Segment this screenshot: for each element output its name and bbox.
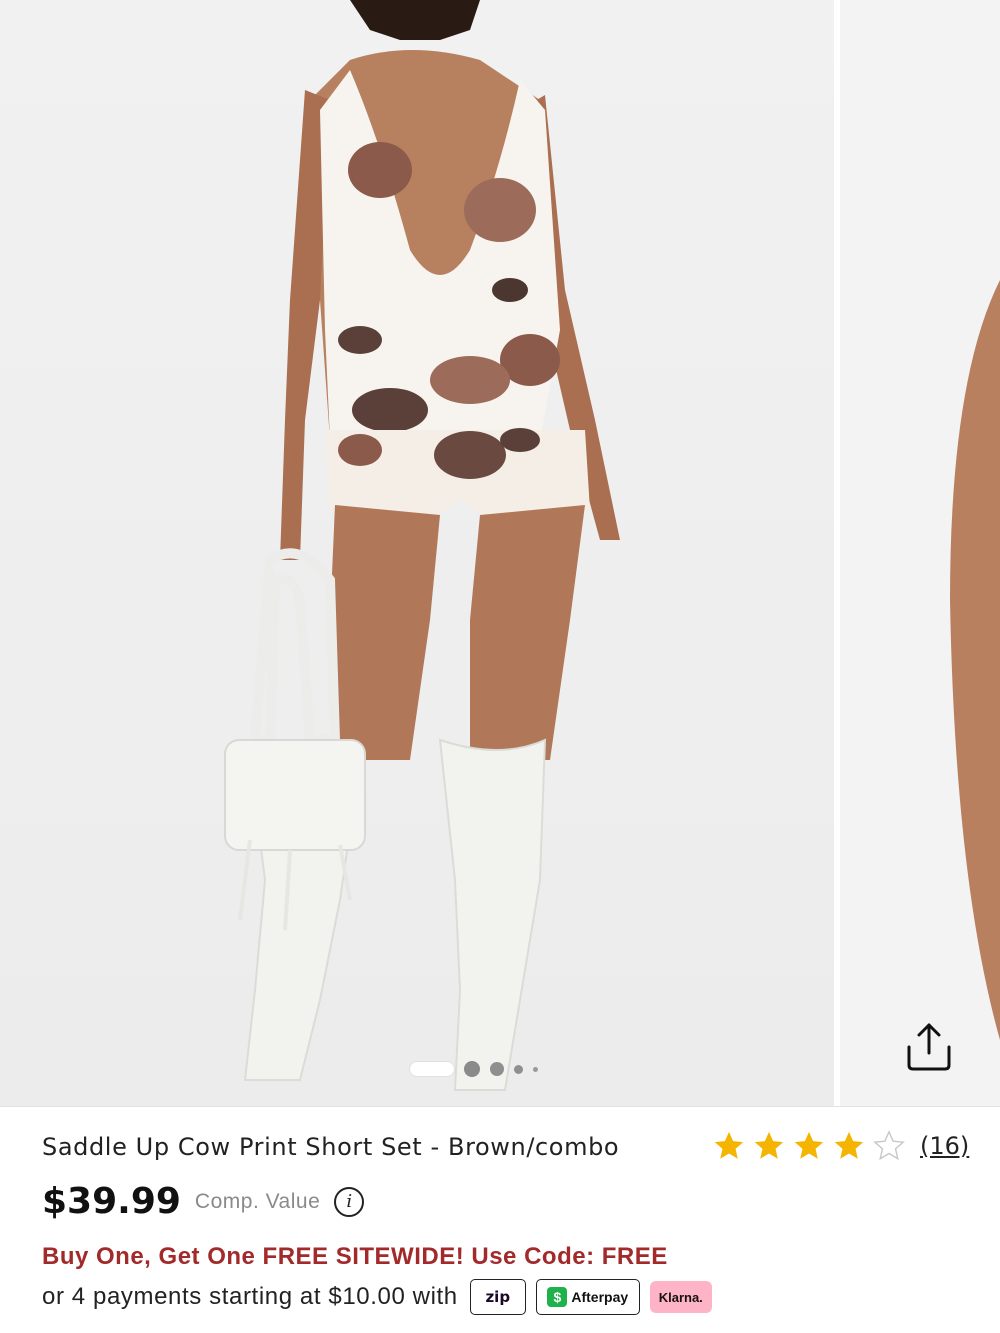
- product-image-main[interactable]: [0, 0, 834, 1106]
- product-info-panel: Saddle Up Cow Print Short Set - Brown/co…: [0, 1106, 1000, 1333]
- promo-banner: Buy One, Get One FREE SITEWIDE! Use Code…: [42, 1243, 668, 1270]
- product-title: Saddle Up Cow Print Short Set - Brown/co…: [42, 1133, 620, 1161]
- product-image-next[interactable]: [840, 0, 1000, 1106]
- afterpay-payment-badge[interactable]: $ Afterpay: [535, 1279, 640, 1315]
- star-empty-icon: [873, 1130, 905, 1161]
- star-filled-icon: [794, 1131, 824, 1159]
- comp-value-label: Comp. Value: [194, 1189, 321, 1213]
- carousel-dot-2[interactable]: [464, 1061, 480, 1077]
- zip-payment-badge[interactable]: zip: [469, 1279, 526, 1315]
- star-filled-icon: [714, 1131, 744, 1159]
- carousel-dot-5[interactable]: [533, 1066, 538, 1072]
- carousel-dot-4[interactable]: [514, 1064, 523, 1074]
- product-rating[interactable]: (16): [712, 1129, 969, 1163]
- product-photo: [224, 0, 620, 1091]
- info-icon[interactable]: i: [334, 1186, 365, 1217]
- product-price: $39.99: [42, 1181, 181, 1222]
- share-icon: [907, 1023, 951, 1071]
- star-filled-icon: [754, 1131, 784, 1159]
- product-photo-next: [950, 280, 1000, 1040]
- carousel-dot-3[interactable]: [490, 1062, 504, 1076]
- installment-payments: or 4 payments starting at $10.00 with zi…: [42, 1279, 722, 1315]
- klarna-payment-badge[interactable]: Klarna.: [649, 1281, 712, 1313]
- carousel-dot-1[interactable]: [410, 1062, 454, 1076]
- review-count-link[interactable]: (16): [920, 1132, 969, 1160]
- star-filled-icon: [834, 1131, 864, 1159]
- afterpay-label: Afterpay: [571, 1289, 629, 1305]
- klarna-label: Klarna.: [658, 1289, 703, 1305]
- carousel-pagination: [410, 1058, 538, 1080]
- zip-logo: zip: [485, 1288, 511, 1306]
- price-row: $39.99 Comp. Value i: [42, 1181, 365, 1222]
- share-button[interactable]: [900, 1016, 958, 1074]
- product-image-gallery[interactable]: [0, 0, 1000, 1106]
- installment-text: or 4 payments starting at $10.00 with: [42, 1283, 458, 1310]
- afterpay-dollar-icon: $: [547, 1287, 568, 1307]
